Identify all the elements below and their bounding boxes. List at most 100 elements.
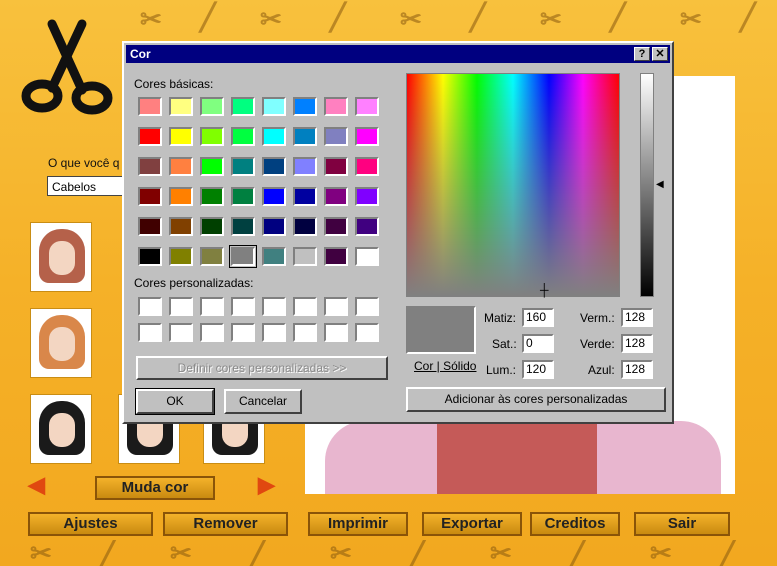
custom-color-swatch[interactable]: [200, 297, 224, 316]
basic-color-swatch[interactable]: [231, 97, 255, 116]
basic-color-swatch[interactable]: [355, 187, 379, 206]
basic-color-swatch[interactable]: [138, 157, 162, 176]
luminosity-slider[interactable]: [640, 73, 654, 297]
basic-color-swatch[interactable]: [293, 187, 317, 206]
basic-color-swatch[interactable]: [231, 157, 255, 176]
basic-color-swatch[interactable]: [169, 247, 193, 266]
print-button[interactable]: Imprimir: [308, 512, 408, 536]
scissors-icon: [21, 19, 113, 115]
define-custom-colors-button[interactable]: Definir cores personalizadas >>: [136, 356, 388, 380]
custom-color-swatch[interactable]: [293, 323, 317, 342]
basic-color-swatch[interactable]: [324, 97, 348, 116]
red-input[interactable]: 128: [621, 308, 653, 327]
basic-color-swatch[interactable]: [138, 247, 162, 266]
export-button[interactable]: Exportar: [422, 512, 522, 536]
basic-color-swatch[interactable]: [324, 127, 348, 146]
basic-color-swatch[interactable]: [138, 217, 162, 236]
person-shirt: [437, 421, 597, 494]
custom-color-swatch[interactable]: [200, 323, 224, 342]
green-label: Verde:: [580, 337, 615, 351]
basic-color-swatch[interactable]: [355, 127, 379, 146]
hue-label: Matiz:: [484, 311, 517, 325]
exit-button[interactable]: Sair: [634, 512, 730, 536]
basic-color-swatch[interactable]: [231, 217, 255, 236]
basic-color-swatch[interactable]: [262, 127, 286, 146]
basic-color-swatch[interactable]: [138, 187, 162, 206]
basic-color-swatch[interactable]: [293, 217, 317, 236]
hue-input[interactable]: 160: [522, 308, 554, 327]
custom-color-swatch[interactable]: [355, 323, 379, 342]
hairstyle-thumbnail[interactable]: [30, 394, 92, 464]
custom-color-swatch[interactable]: [231, 297, 255, 316]
basic-color-swatch[interactable]: [138, 127, 162, 146]
basic-color-swatch[interactable]: [231, 127, 255, 146]
basic-color-swatch[interactable]: [262, 97, 286, 116]
basic-color-swatch[interactable]: [200, 97, 224, 116]
basic-color-swatch[interactable]: [200, 127, 224, 146]
basic-color-swatch[interactable]: [169, 187, 193, 206]
blue-input[interactable]: 128: [621, 360, 653, 379]
category-select[interactable]: Cabelos: [47, 176, 127, 196]
basic-color-swatch[interactable]: [262, 247, 286, 266]
basic-color-swatch[interactable]: [169, 217, 193, 236]
green-input[interactable]: 128: [621, 334, 653, 353]
basic-color-swatch[interactable]: [200, 217, 224, 236]
basic-color-swatch[interactable]: [229, 245, 257, 268]
remove-button[interactable]: Remover: [163, 512, 288, 536]
basic-color-swatch[interactable]: [262, 187, 286, 206]
custom-color-swatch[interactable]: [355, 297, 379, 316]
basic-color-swatch[interactable]: [293, 97, 317, 116]
custom-color-swatch[interactable]: [324, 323, 348, 342]
basic-color-swatch[interactable]: [324, 157, 348, 176]
basic-color-swatch[interactable]: [324, 217, 348, 236]
basic-color-swatch[interactable]: [200, 247, 224, 266]
custom-color-swatch[interactable]: [324, 297, 348, 316]
basic-color-swatch[interactable]: [355, 157, 379, 176]
basic-color-swatch[interactable]: [324, 247, 348, 266]
custom-color-swatch[interactable]: [262, 297, 286, 316]
blue-label: Azul:: [588, 363, 615, 377]
adjust-button[interactable]: Ajustes: [28, 512, 153, 536]
cancel-button[interactable]: Cancelar: [224, 389, 302, 414]
basic-color-swatch[interactable]: [262, 217, 286, 236]
add-to-custom-colors-button[interactable]: Adicionar às cores personalizadas: [406, 387, 666, 412]
previous-arrow-icon[interactable]: ◀: [28, 472, 45, 498]
basic-color-swatch[interactable]: [169, 157, 193, 176]
solid-color-label[interactable]: Cor | Sólido: [414, 359, 476, 373]
basic-color-swatch[interactable]: [355, 217, 379, 236]
basic-color-swatch[interactable]: [355, 97, 379, 116]
custom-color-swatch[interactable]: [169, 323, 193, 342]
basic-color-swatch[interactable]: [262, 157, 286, 176]
basic-color-swatch[interactable]: [355, 247, 379, 266]
help-button[interactable]: ?: [634, 47, 650, 61]
decorative-tools-strip-bottom: ✂ ╱ ✂ ╱ ✂ ╱ ✂ ╱ ✂ ╱: [30, 540, 736, 566]
custom-color-swatch[interactable]: [138, 297, 162, 316]
saturation-input[interactable]: 0: [522, 334, 554, 353]
custom-color-swatch[interactable]: [231, 323, 255, 342]
basic-color-swatch[interactable]: [324, 187, 348, 206]
basic-color-swatch[interactable]: [293, 127, 317, 146]
hairstyle-thumbnail[interactable]: [30, 222, 92, 292]
basic-color-swatch[interactable]: [169, 127, 193, 146]
basic-color-swatch[interactable]: [293, 247, 317, 266]
hairstyle-thumbnail[interactable]: [30, 308, 92, 378]
luminosity-pointer-icon[interactable]: ◀: [656, 179, 664, 190]
basic-color-swatch[interactable]: [231, 187, 255, 206]
saturation-label: Sat.:: [492, 337, 517, 351]
ok-button[interactable]: OK: [135, 388, 215, 415]
basic-color-swatch[interactable]: [138, 97, 162, 116]
credits-button[interactable]: Creditos: [530, 512, 620, 536]
change-color-button[interactable]: Muda cor: [95, 476, 215, 500]
custom-color-swatch[interactable]: [138, 323, 162, 342]
next-arrow-icon[interactable]: ▶: [258, 472, 275, 498]
close-icon[interactable]: ✕: [652, 47, 668, 61]
custom-color-swatch[interactable]: [169, 297, 193, 316]
luminosity-input[interactable]: 120: [522, 360, 554, 379]
custom-color-swatch[interactable]: [262, 323, 286, 342]
color-spectrum[interactable]: [406, 73, 620, 297]
custom-color-swatch[interactable]: [293, 297, 317, 316]
basic-color-swatch[interactable]: [293, 157, 317, 176]
basic-color-swatch[interactable]: [200, 187, 224, 206]
basic-color-swatch[interactable]: [200, 157, 224, 176]
basic-color-swatch[interactable]: [169, 97, 193, 116]
